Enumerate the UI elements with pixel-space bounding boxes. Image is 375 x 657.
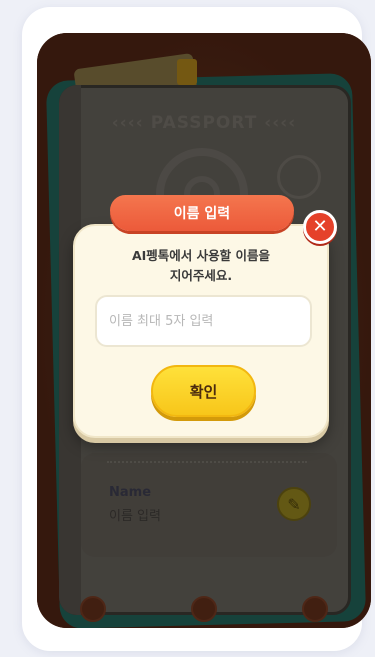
- close-button[interactable]: ✕: [303, 210, 337, 244]
- close-icon: ✕: [312, 216, 328, 237]
- dialog-message: AI펭톡에서 사용할 이름을 지어주세요.: [73, 246, 329, 286]
- confirm-button[interactable]: 확인: [151, 365, 256, 417]
- name-input[interactable]: [95, 295, 312, 347]
- dialog-message-line: 지어주세요.: [169, 268, 233, 283]
- dialog-message-line: AI펭톡에서 사용할 이름을: [131, 248, 271, 263]
- dialog-title: 이름 입력: [110, 195, 294, 231]
